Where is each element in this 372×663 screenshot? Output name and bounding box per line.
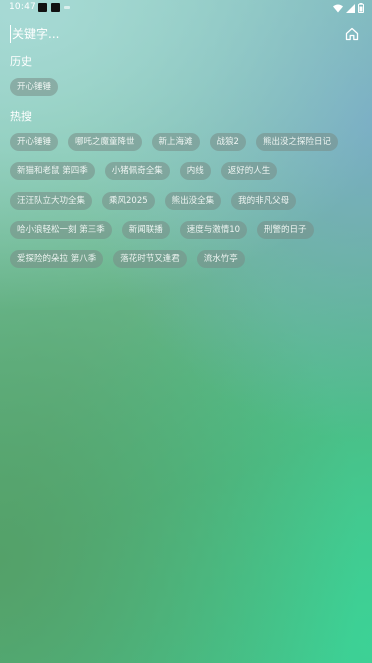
hot-search-chip[interactable]: 落花时节又逢君 [113,250,187,268]
hot-search-chip[interactable]: 开心锤锤 [10,133,59,151]
hot-search-chip[interactable]: 新闻联播 [121,221,170,239]
notification-dot-icon [64,6,70,9]
wifi-icon [333,4,343,12]
hot-search-row: 开心锤锤 哪吒之魔童降世 新上海滩 战狼2 熊出没之探险日记 [10,133,338,151]
hot-search-chip[interactable]: 熊出没之探险日记 [255,133,338,151]
status-bar: 10:47 [0,0,372,16]
hot-search-chip[interactable]: 内线 [179,162,211,180]
hot-search-chip[interactable]: 新上海滩 [151,133,200,151]
hot-search-chip[interactable]: 新猫和老鼠 第四季 [10,162,95,180]
hot-search-chip[interactable]: 哈小浪轻松一刻 第三季 [10,221,112,239]
hot-search-chip[interactable]: 我的非凡父母 [231,192,297,210]
notification-icon [38,3,47,12]
hot-search-row: 汪汪队立大功全集 乘风2025 熊出没全集 我的非凡父母 [10,192,297,210]
hot-search-chip[interactable]: 返好的人生 [220,162,278,180]
hot-search-row: 哈小浪轻松一刻 第三季 新闻联播 速度与激情10 刑警的日子 [10,221,314,239]
hot-search-chip[interactable]: 速度与激情10 [179,221,248,239]
hot-search-chip[interactable]: 刑警的日子 [257,221,314,239]
home-icon[interactable] [344,26,360,42]
battery-icon [358,3,364,13]
status-time: 10:47 [9,2,36,12]
status-icons [333,2,364,14]
hot-search-chip[interactable]: 乘风2025 [102,192,155,210]
history-chip[interactable]: 开心锤锤 [10,78,59,96]
search-bar [10,22,362,46]
hot-search-chip[interactable]: 汪汪队立大功全集 [10,192,93,210]
history-list: 开心锤锤 [10,78,59,96]
hot-search-title: 热搜 [10,110,32,123]
signal-icon [346,3,355,13]
search-input[interactable] [10,25,332,43]
hot-search-chip[interactable]: 哪吒之魔童降世 [68,133,142,151]
history-title: 历史 [10,55,32,68]
hot-search-chip[interactable]: 爱探险的朵拉 第八季 [10,250,104,268]
hot-search-row: 新猫和老鼠 第四季 小猪佩奇全集 内线 返好的人生 [10,162,278,180]
notification-icon [51,3,60,12]
hot-search-chip[interactable]: 流水竹亭 [196,250,245,268]
hot-search-chip[interactable]: 小猪佩奇全集 [104,162,170,180]
hot-search-row: 爱探险的朵拉 第八季 落花时节又逢君 流水竹亭 [10,250,245,268]
hot-search-chip[interactable]: 战狼2 [209,133,246,151]
hot-search-chip[interactable]: 熊出没全集 [164,192,222,210]
